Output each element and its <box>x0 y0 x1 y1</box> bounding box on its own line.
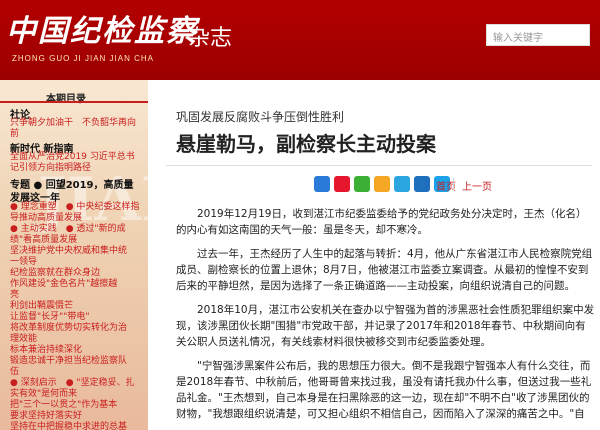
toc-item[interactable]: 作风建设"金色名片"越擦越 <box>10 279 117 290</box>
plus-share-icon[interactable] <box>314 176 330 192</box>
paragraph: "宁智强涉黑案件公布后，我的思想压力很大。倒不是我跟宁智强本人有什么交往，而是2… <box>176 360 592 420</box>
toc-item[interactable]: 标本兼治持续深化 <box>10 345 82 356</box>
toc-item[interactable]: 利剑出鞘震慑芒 <box>10 301 73 312</box>
toc-item[interactable]: 要求坚持好落实好 <box>10 411 82 422</box>
toc-item[interactable]: 只争朝夕加油干 不负韶华再向 <box>10 118 136 129</box>
weibo-icon[interactable] <box>334 176 350 192</box>
toc-item[interactable]: 锻造忠诚干净担当纪检监察队 <box>10 356 127 367</box>
logo[interactable]: 中国纪检监察 <box>6 6 198 50</box>
toc-item[interactable]: 理效能 <box>10 334 37 345</box>
article-title: 悬崖勒马，副检察长主动投案 <box>176 132 436 156</box>
toc-item[interactable]: 纪检监察就在群众身边 <box>10 268 100 279</box>
paragraph: 2018年10月，湛江市公安机关在查办以宁智强为首的涉黑恶社会性质犯罪组织案中发… <box>176 304 595 348</box>
toc-item[interactable]: 亮 <box>10 290 19 301</box>
toc-item[interactable]: 伍 <box>10 367 19 378</box>
toc-item[interactable]: ● 主动实践 ● 透过"新的成 <box>10 224 126 235</box>
toc-item[interactable]: 全面从严治党2019 习近平总书 <box>10 152 135 163</box>
wechat-icon[interactable] <box>354 176 370 192</box>
paragraph: 2019年12月19日，收到湛江市纪委监委给予的党纪政务处分决定时，王杰（化名）… <box>176 208 587 236</box>
toc-item[interactable]: 记引领方向指明路径 <box>10 163 91 174</box>
toc-item[interactable]: 前 <box>10 129 19 140</box>
tencent-weibo-icon[interactable] <box>394 176 410 192</box>
toc-item[interactable]: 让监督"长牙""带电" <box>10 312 90 323</box>
toc-item[interactable]: 将改革制度优势切实转化为治 <box>10 323 127 334</box>
toc-item[interactable]: 一领导 <box>10 257 37 268</box>
paragraph: 过去一年，王杰经历了人生中的起落与转折：4月，他从广东省湛江市人民检察院党组成员… <box>176 248 593 292</box>
toc-item[interactable]: ● 理念重塑 ● 中央纪委这样指 <box>10 202 139 213</box>
prev-page-link[interactable]: 上一页 <box>462 178 492 193</box>
logo-english: ZHONG GUO JI JIAN JIAN CHA <box>12 54 155 63</box>
qzone-icon[interactable] <box>374 176 390 192</box>
title-divider <box>166 165 592 166</box>
sidebar-toc: JIAN 本期目录 社论 只争朝夕加油干 不负韶华再向 前 新时代 新指南 全面… <box>0 80 148 430</box>
toc-item[interactable]: 导推动高质量发展 <box>10 213 82 224</box>
toc-item[interactable]: 绩"看高质量发展 <box>10 235 77 246</box>
site-header: 中国纪检监察 ZHONG GUO JI JIAN JIAN CHA 杂志 输入关… <box>0 0 600 80</box>
article-main: 巩固发展反腐败斗争压倒性胜利 悬崖勒马，副检察长主动投案 首页 上一页 2019… <box>148 80 600 430</box>
toc-item[interactable]: 把"三个一以贯之"作为基本 <box>10 400 117 411</box>
toc-item[interactable]: ● 深刻启示 ● "坚定稳妥、扎 <box>10 378 135 389</box>
toc-item[interactable]: 坚持在中把握稳中求进的总基 <box>10 422 127 430</box>
toc-item[interactable]: 坚决维护党中央权威和集中统 <box>10 246 127 257</box>
search-input[interactable]: 输入关键字 <box>486 24 590 46</box>
toc-divider <box>0 101 148 103</box>
toc-item[interactable]: 实有效"是何而来 <box>10 389 77 400</box>
nav-separator <box>453 178 454 190</box>
article-kicker: 巩固发展反腐败斗争压倒性胜利 <box>176 110 345 124</box>
magazine-label: 杂志 <box>188 26 233 51</box>
renren-icon[interactable] <box>414 176 430 192</box>
